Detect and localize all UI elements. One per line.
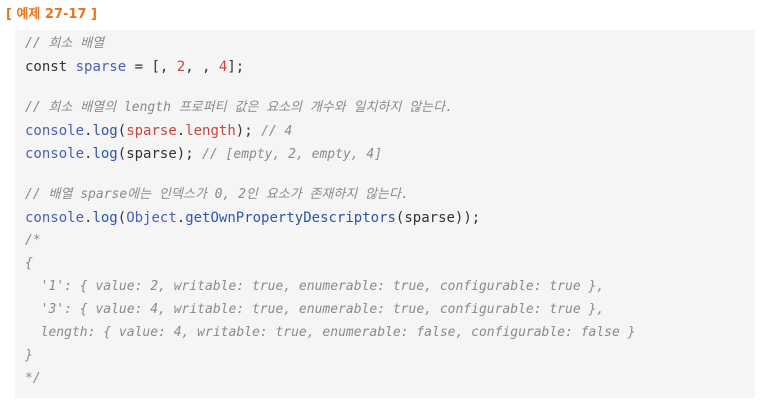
property-length: length bbox=[185, 123, 236, 139]
identifier-sparse: sparse bbox=[75, 59, 127, 75]
block-comment-line: '3': { value: 4, writable: true, enumera… bbox=[25, 302, 605, 317]
code-punct: ]; bbox=[227, 59, 245, 75]
example-title: [ 예제 27-17 ] bbox=[6, 7, 97, 22]
block-comment-line: } bbox=[25, 348, 33, 363]
code-comment: // 희소 배열의 length 프로퍼티 값은 요소의 개수와 일치하지 않는… bbox=[25, 100, 453, 115]
code-punct: , , bbox=[185, 59, 219, 75]
inline-comment: // 4 bbox=[261, 124, 293, 139]
identifier-sparse: sparse bbox=[126, 146, 177, 162]
method-log: log bbox=[92, 123, 118, 139]
code-punct: = [, bbox=[126, 59, 177, 75]
block-comment-line: { bbox=[25, 256, 33, 271]
keyword-const: const bbox=[25, 59, 68, 75]
code-block: // 희소 배열 const sparse = [, 2, , 4]; // 희… bbox=[15, 30, 755, 398]
identifier-console: console bbox=[25, 146, 85, 162]
identifier-console: console bbox=[25, 210, 85, 226]
code-punct: ); bbox=[235, 123, 262, 139]
code-punct: ); bbox=[176, 146, 203, 162]
code-line-log-length: console.log(sparse.length); // 4 bbox=[25, 120, 292, 142]
block-comment-line: '1': { value: 2, writable: true, enumera… bbox=[25, 279, 605, 294]
code-punct: (sparse)); bbox=[395, 210, 481, 226]
code-punct: ( bbox=[117, 210, 127, 226]
block-comment-line: length: { value: 4, writable: true, enum… bbox=[25, 325, 636, 340]
code-line-declaration: const sparse = [, 2, , 4]; bbox=[25, 56, 244, 78]
block-comment-line: */ bbox=[25, 371, 41, 386]
block-comment-line: /* bbox=[25, 233, 41, 248]
code-line-log-descriptors: console.log(Object.getOwnPropertyDescrip… bbox=[25, 207, 480, 229]
number-literal: 2 bbox=[176, 59, 186, 75]
code-punct: . bbox=[176, 123, 186, 139]
code-comment: // 배열 sparse에는 인덱스가 0, 2인 요소가 존재하지 않는다. bbox=[25, 187, 409, 202]
identifier-console: console bbox=[25, 123, 85, 139]
code-punct: ( bbox=[117, 123, 127, 139]
code-punct: ( bbox=[117, 146, 127, 162]
identifier-sparse: sparse bbox=[126, 123, 177, 139]
method-log: log bbox=[92, 146, 118, 162]
method-log: log bbox=[92, 210, 118, 226]
code-line-log-sparse: console.log(sparse); // [empty, 2, empty… bbox=[25, 143, 382, 165]
identifier-object: Object bbox=[126, 210, 177, 226]
code-comment: // 희소 배열 bbox=[25, 36, 105, 51]
inline-comment: // [empty, 2, empty, 4] bbox=[202, 147, 383, 162]
code-punct: . bbox=[176, 210, 186, 226]
method-getownpropertydescriptors: getOwnPropertyDescriptors bbox=[185, 210, 396, 226]
